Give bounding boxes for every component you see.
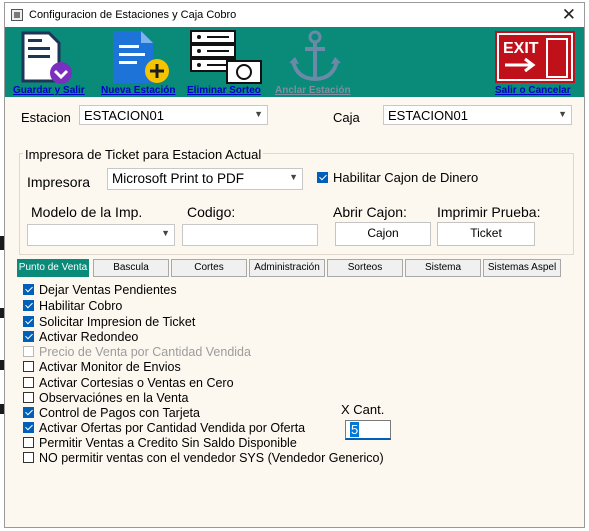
exit-sign-text: EXIT xyxy=(503,40,539,57)
option-checkbox[interactable] xyxy=(23,422,34,433)
codigo-label: Codigo: xyxy=(187,204,236,220)
caja-label: Caja xyxy=(333,110,360,125)
xcant-label: X Cant. xyxy=(341,402,385,417)
window-title: Configuracion de Estaciones y Caja Cobro xyxy=(29,9,237,21)
option-label: Activar Redondeo xyxy=(39,330,139,344)
cajon-checkbox[interactable] xyxy=(317,172,328,183)
option-checkbox[interactable] xyxy=(23,377,34,388)
xcant-input[interactable]: 5 xyxy=(345,420,391,440)
option-row[interactable]: Habilitar Cobro xyxy=(23,299,122,314)
option-checkbox[interactable] xyxy=(23,331,34,342)
abrir-cajon-label: Abrir Cajon: xyxy=(333,204,407,220)
impresora-label: Impresora xyxy=(27,174,91,190)
option-row[interactable]: Control de Pagos con Tarjeta xyxy=(23,406,200,421)
chevron-down-icon: ▼ xyxy=(558,109,567,119)
option-label: Permitir Ventas a Credito Sin Saldo Disp… xyxy=(39,436,297,450)
xcant-value: 5 xyxy=(350,422,360,437)
option-row[interactable]: Observaciónes en la Venta xyxy=(23,391,188,406)
anchor-icon xyxy=(289,30,341,82)
exit-cancel-button[interactable]: EXIT Salir o Cancelar xyxy=(489,27,581,97)
estacion-select[interactable]: ESTACION01 ▼ xyxy=(79,105,268,125)
option-label: Precio de Venta por Cantidad Vendida xyxy=(39,345,251,359)
option-row[interactable]: Permitir Ventas a Credito Sin Saldo Disp… xyxy=(23,436,297,451)
modelo-label: Modelo de la Imp. xyxy=(31,204,143,220)
save-and-exit-button[interactable]: Guardar y Salir xyxy=(11,27,101,97)
option-checkbox[interactable] xyxy=(23,300,34,311)
save-and-exit-label: Guardar y Salir xyxy=(13,85,85,96)
exit-cancel-label: Salir o Cancelar xyxy=(495,85,571,96)
tab-cortes[interactable]: Cortes xyxy=(171,259,247,277)
option-label: Activar Cortesias o Ventas en Cero xyxy=(39,376,234,390)
anchor-station-label: Anclar Estación xyxy=(275,85,351,96)
option-row[interactable]: Activar Redondeo xyxy=(23,330,138,345)
option-checkbox[interactable] xyxy=(23,316,34,327)
chevron-down-icon: ▼ xyxy=(289,172,298,182)
option-label: Habilitar Cobro xyxy=(39,299,123,313)
new-station-button[interactable]: Nueva Estación xyxy=(101,27,183,97)
option-label: Activar Ofertas por Cantidad Vendida por… xyxy=(39,421,306,435)
tab-sorteos[interactable]: Sorteos xyxy=(327,259,403,277)
option-checkbox[interactable] xyxy=(23,452,34,463)
cajon-checkbox-row[interactable]: Habilitar Cajon de Dinero xyxy=(317,170,478,185)
impresora-value: Microsoft Print to PDF xyxy=(112,171,245,186)
option-label: Solicitar Impresion de Ticket xyxy=(39,315,196,329)
option-checkbox[interactable] xyxy=(23,284,34,295)
tab-punto-de-venta[interactable]: Punto de Venta xyxy=(17,259,89,277)
ticket-button[interactable]: Ticket xyxy=(437,222,535,246)
option-checkbox[interactable] xyxy=(23,392,34,403)
tab-sistema[interactable]: Sistema xyxy=(405,259,481,277)
cajon-button[interactable]: Cajon xyxy=(335,222,431,246)
toolbar: Guardar y Salir Nueva Estación Eliminar … xyxy=(5,27,584,97)
tab-administracion[interactable]: Administración xyxy=(249,259,325,277)
tab-bascula[interactable]: Bascula xyxy=(93,259,169,277)
option-label: Control de Pagos con Tarjeta xyxy=(39,406,200,420)
option-row[interactable]: Activar Ofertas por Cantidad Vendida por… xyxy=(23,421,305,436)
printer-group-title: Impresora de Ticket para Estacion Actual xyxy=(23,147,264,162)
close-button[interactable]: ✕ xyxy=(562,5,576,25)
estacion-value: ESTACION01 xyxy=(84,108,164,123)
impresora-select[interactable]: Microsoft Print to PDF ▼ xyxy=(107,168,303,190)
new-station-label: Nueva Estación xyxy=(101,85,176,96)
option-label: Activar Monitor de Envios xyxy=(39,360,181,374)
cajon-checkbox-label: Habilitar Cajon de Dinero xyxy=(333,170,479,185)
tab-sistemas-aspel[interactable]: Sistemas Aspel xyxy=(483,259,561,277)
codigo-input[interactable] xyxy=(182,224,318,246)
server-delete-icon xyxy=(190,30,262,84)
delete-raffle-button[interactable]: Eliminar Sorteo xyxy=(185,27,269,97)
chevron-down-icon: ▼ xyxy=(161,228,170,238)
estacion-label: Estacion xyxy=(21,110,71,125)
new-document-icon xyxy=(113,31,169,83)
modelo-select[interactable]: ▼ xyxy=(27,224,175,246)
imprimir-prueba-label: Imprimir Prueba: xyxy=(437,204,541,220)
exit-sign-icon: EXIT xyxy=(495,31,575,83)
option-checkbox[interactable] xyxy=(23,407,34,418)
option-row[interactable]: Solicitar Impresion de Ticket xyxy=(23,315,195,330)
option-row: Precio de Venta por Cantidad Vendida xyxy=(23,345,251,360)
option-checkbox xyxy=(23,346,34,357)
option-row[interactable]: Activar Monitor de Envios xyxy=(23,360,181,375)
option-row[interactable]: Dejar Ventas Pendientes xyxy=(23,283,177,298)
option-label: NO permitir ventas con el vendedor SYS (… xyxy=(39,451,384,465)
title-bar: Configuracion de Estaciones y Caja Cobro… xyxy=(5,3,584,27)
option-checkbox[interactable] xyxy=(23,361,34,372)
anchor-station-button[interactable]: Anclar Estación xyxy=(273,27,355,97)
caja-value: ESTACION01 xyxy=(388,108,468,123)
option-row[interactable]: NO permitir ventas con el vendedor SYS (… xyxy=(23,451,384,466)
caja-select[interactable]: ESTACION01 ▼ xyxy=(383,105,572,125)
option-row[interactable]: Activar Cortesias o Ventas en Cero xyxy=(23,376,234,391)
option-checkbox[interactable] xyxy=(23,437,34,448)
config-window: Configuracion de Estaciones y Caja Cobro… xyxy=(4,2,585,528)
chevron-down-icon: ▼ xyxy=(254,109,263,119)
save-document-icon xyxy=(21,31,72,84)
option-label: Observaciónes en la Venta xyxy=(39,391,189,405)
option-label: Dejar Ventas Pendientes xyxy=(39,283,177,297)
app-icon xyxy=(11,9,23,21)
delete-raffle-label: Eliminar Sorteo xyxy=(187,85,261,96)
